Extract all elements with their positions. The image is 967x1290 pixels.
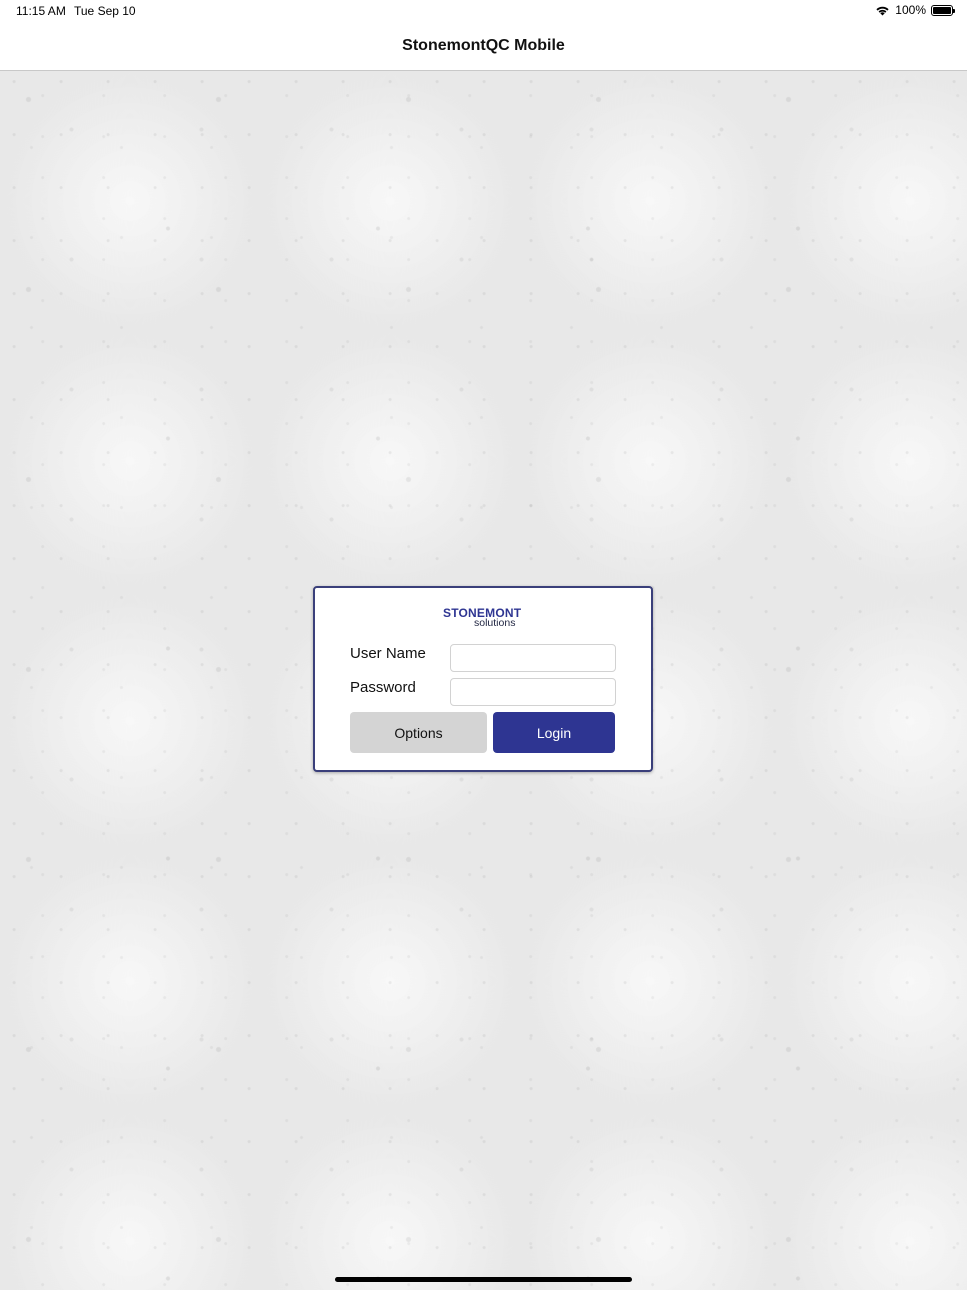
battery-icon (931, 4, 955, 16)
password-input[interactable] (450, 678, 616, 706)
status-date: Tue Sep 10 (74, 4, 136, 18)
navigation-bar: StonemontQC Mobile (0, 24, 967, 71)
status-indicators: 100% (875, 3, 955, 17)
status-bar: 11:15 AM Tue Sep 10 100% (0, 0, 967, 24)
login-dialog: STONEMONT solutions User Name Password O… (313, 586, 653, 772)
page-title: StonemontQC Mobile (402, 37, 565, 54)
password-label: Password (350, 679, 416, 696)
username-input[interactable] (450, 644, 616, 672)
options-button[interactable]: Options (350, 712, 487, 753)
login-button[interactable]: Login (493, 712, 615, 753)
status-time: 11:15 AM (16, 4, 66, 18)
stonemont-logo: STONEMONT solutions (443, 606, 533, 630)
username-label: User Name (350, 645, 426, 662)
wifi-icon (875, 5, 890, 16)
battery-percent: 100% (895, 3, 926, 17)
home-indicator[interactable] (335, 1277, 632, 1282)
logo-subtitle: solutions (474, 617, 516, 629)
